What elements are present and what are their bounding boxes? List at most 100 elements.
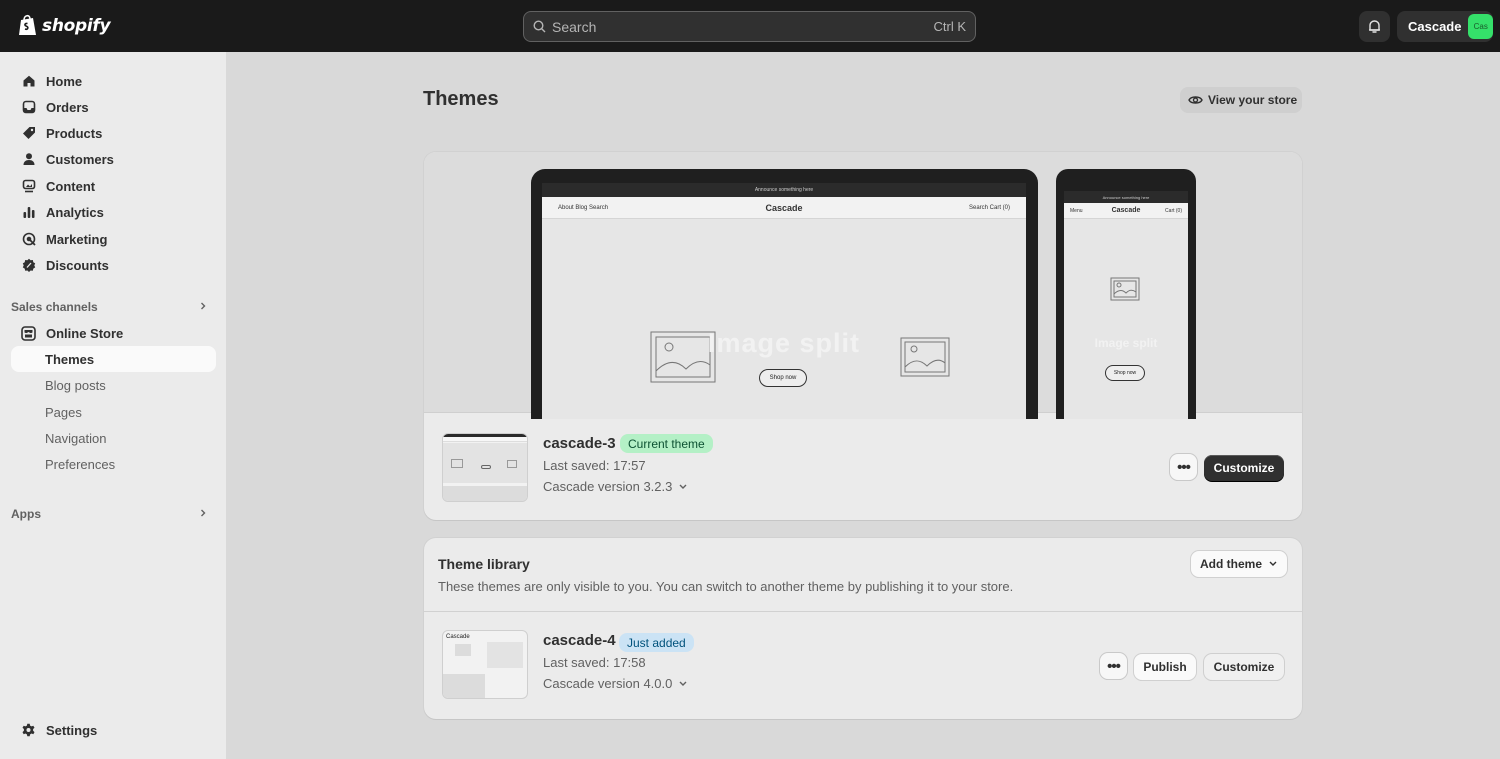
theme-name: cascade-3: [543, 435, 616, 452]
sidebar-item-label: Products: [46, 125, 103, 141]
notifications-button[interactable]: [1359, 11, 1390, 42]
sidebar-sub-label: Pages: [45, 404, 82, 420]
customize-button[interactable]: Customize: [1204, 455, 1284, 481]
sidebar-item-discounts[interactable]: Discounts: [11, 252, 216, 278]
content-icon: [21, 179, 36, 194]
sidebar-item-label: Home: [46, 73, 83, 89]
desktop-preview-screen: Announce something here About Blog Searc…: [542, 183, 1026, 419]
sidebar-item-online-store[interactable]: Online Store: [11, 320, 216, 346]
sidebar-item-label: Content: [46, 178, 96, 194]
sidebar: Home Orders Products Customers Content A…: [0, 52, 226, 759]
sidebar-item-content[interactable]: Content: [11, 173, 216, 199]
theme-thumbnail[interactable]: Cascade: [442, 630, 528, 699]
search-icon: [533, 20, 546, 33]
preview-nav-right: Search Cart (0): [968, 205, 1010, 211]
apps-label: Apps: [11, 507, 41, 521]
sidebar-item-customers[interactable]: Customers: [11, 146, 216, 172]
discount-icon: [21, 258, 36, 273]
sidebar-item-label: Online Store: [46, 325, 124, 341]
preview-nav: About Blog Search Cascade Search Cart (0…: [542, 197, 1026, 219]
theme-last-saved: Last saved: 17:58: [543, 655, 646, 670]
preview-nav: Menu Cascade Cart (0): [1064, 203, 1188, 219]
gear-icon: [21, 723, 36, 738]
theme-name: cascade-4: [543, 632, 616, 649]
mobile-preview: Announce something here Menu Cascade Car…: [1056, 169, 1196, 419]
chevron-right-icon: [198, 507, 208, 522]
sidebar-item-label: Discounts: [46, 257, 109, 273]
apps-header[interactable]: Apps: [11, 504, 216, 524]
sales-channels-header[interactable]: Sales channels: [11, 297, 216, 317]
more-actions-button[interactable]: •••: [1170, 454, 1197, 480]
view-store-button[interactable]: View your store: [1180, 87, 1302, 113]
search-shortcut: Ctrl K: [933, 19, 967, 34]
sidebar-item-label: Customers: [46, 151, 114, 167]
chevron-down-icon: [679, 484, 687, 489]
current-theme-row: cascade-3 Current theme Last saved: 17:5…: [424, 413, 1302, 520]
status-badge: Current theme: [620, 434, 713, 453]
preview-phone-cart: Cart (0): [1165, 208, 1182, 214]
shopify-logo[interactable]: shopify: [18, 14, 111, 37]
current-theme-card: Announce something here About Blog Searc…: [424, 152, 1302, 520]
sidebar-item-label: Settings: [46, 722, 98, 738]
customize-button[interactable]: Customize: [1204, 654, 1284, 680]
bell-icon: [1369, 20, 1380, 33]
mobile-preview-screen: Announce something here Menu Cascade Car…: [1064, 191, 1188, 419]
sidebar-item-settings[interactable]: Settings: [11, 717, 216, 743]
sales-channels-label: Sales channels: [11, 300, 98, 314]
view-store-label: View your store: [1208, 93, 1298, 107]
theme-version: Cascade version 4.0.0: [543, 676, 673, 691]
publish-button[interactable]: Publish: [1134, 654, 1196, 680]
target-icon: [21, 232, 36, 247]
inbox-icon: [21, 100, 36, 115]
preview-cta: Shop now: [1105, 365, 1145, 381]
store-avatar: Cas: [1468, 14, 1493, 39]
sidebar-item-label: Orders: [46, 99, 89, 115]
sidebar-item-orders[interactable]: Orders: [11, 94, 216, 120]
store-menu-button[interactable]: Cascade Cas: [1397, 11, 1493, 42]
theme-version-toggle[interactable]: Cascade version 3.2.3: [543, 479, 688, 494]
more-actions-button[interactable]: •••: [1100, 653, 1127, 679]
add-theme-button[interactable]: Add theme: [1191, 551, 1287, 577]
library-theme-row: Cascade cascade-4 Just added Last saved:…: [424, 612, 1302, 719]
search-bar[interactable]: Search Ctrl K: [523, 11, 976, 42]
search-placeholder: Search: [552, 18, 597, 35]
theme-version-toggle[interactable]: Cascade version 4.0.0: [543, 676, 688, 691]
sidebar-sub-navigation[interactable]: Navigation: [11, 425, 216, 451]
preview-cta: Shop now: [759, 369, 807, 387]
page-title: Themes: [423, 88, 499, 110]
bar-chart-icon: [21, 205, 36, 220]
image-placeholder-icon: [1110, 277, 1140, 301]
sidebar-sub-label: Navigation: [45, 430, 107, 446]
sidebar-item-home[interactable]: Home: [11, 68, 216, 94]
sidebar-sub-pages[interactable]: Pages: [11, 399, 216, 425]
shopify-bag-icon: [19, 14, 36, 35]
preview-announcement: Announce something here: [542, 183, 1026, 197]
store-name: Cascade: [1408, 19, 1462, 34]
theme-preview: Announce something here About Blog Searc…: [424, 152, 1302, 419]
chevron-down-icon: [679, 681, 687, 686]
sidebar-sub-label: Preferences: [45, 456, 116, 472]
sidebar-sub-label: Blog posts: [45, 377, 106, 393]
preview-hero-text: Image split: [707, 328, 861, 358]
add-theme-label: Add theme: [1199, 557, 1262, 571]
thumb-brand: Cascade: [446, 634, 470, 640]
sidebar-sub-themes[interactable]: Themes: [11, 346, 216, 372]
sidebar-item-products[interactable]: Products: [11, 120, 216, 146]
preview-nav-brand: Cascade: [765, 203, 803, 213]
sidebar-sub-label: Themes: [45, 351, 95, 367]
person-icon: [21, 152, 36, 167]
sidebar-sub-blog-posts[interactable]: Blog posts: [11, 372, 216, 398]
theme-library-title: Theme library: [438, 556, 530, 572]
brand-wordmark: shopify: [42, 15, 111, 36]
top-bar: shopify Search Ctrl K Cascade Cas: [0, 0, 1500, 52]
desktop-preview: Announce something here About Blog Searc…: [531, 169, 1038, 419]
theme-last-saved: Last saved: 17:57: [543, 458, 646, 473]
theme-thumbnail[interactable]: [442, 433, 528, 502]
sidebar-sub-preferences[interactable]: Preferences: [11, 451, 216, 477]
sidebar-item-marketing[interactable]: Marketing: [11, 226, 216, 252]
preview-announcement: Announce something here: [1064, 191, 1188, 203]
sidebar-item-analytics[interactable]: Analytics: [11, 199, 216, 225]
home-icon: [21, 74, 36, 89]
chevron-down-icon: [1269, 561, 1277, 566]
store-icon: [21, 325, 36, 341]
